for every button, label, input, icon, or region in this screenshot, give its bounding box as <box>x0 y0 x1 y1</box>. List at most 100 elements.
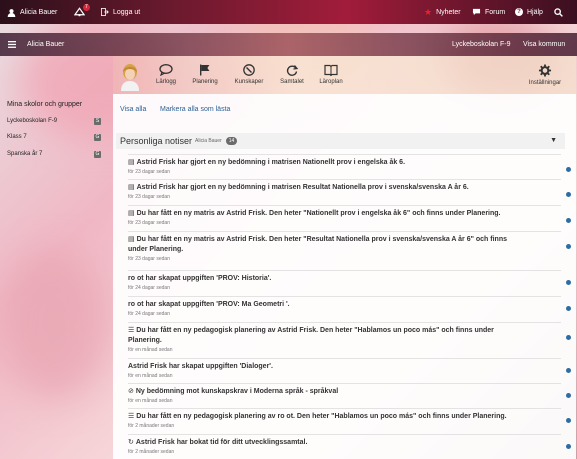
tool-bar: Lärlogg Planering Kunskaper Samtalet Lär… <box>113 56 576 94</box>
notice-text: ▤ Astrid Frisk har gjort en ny bedömning … <box>128 158 523 168</box>
main-content: Visa alla Markera alla som lästa Personl… <box>113 94 576 459</box>
notifications-button[interactable]: 7 <box>74 0 90 24</box>
notice-time: för 2 månader sedan <box>128 423 175 429</box>
notification-count: 7 <box>83 4 90 11</box>
notice-message: Astrid Frisk har skapat uppgiften 'Dialo… <box>128 363 273 370</box>
news-link[interactable]: ★ Nyheter <box>424 0 461 24</box>
municipality-link[interactable]: Visa kommun <box>523 33 565 56</box>
matrix-icon: ▤ <box>128 159 135 166</box>
gear-icon <box>538 64 552 77</box>
notice-message: Du har fått en ny matris av Astrid Frisk… <box>136 210 501 217</box>
forum-link[interactable]: Forum <box>472 0 505 24</box>
search-button[interactable] <box>554 0 563 24</box>
avatar[interactable] <box>119 63 141 91</box>
tool-label: Lärlogg <box>155 79 176 85</box>
menu-toggle-button[interactable] <box>8 33 16 56</box>
notice-time: för 24 dagar sedan <box>128 285 170 291</box>
unread-dot-icon[interactable] <box>566 368 571 373</box>
notice-item[interactable]: ↻ Astrid Frisk har bokat tid för ditt utv… <box>128 434 571 455</box>
group-badge-icon[interactable]: G <box>94 150 101 158</box>
user-name: Alicia Bauer <box>20 8 58 16</box>
sidebar-item-spanska[interactable]: Spanska år 7 G <box>7 149 101 159</box>
notice-item[interactable]: ▤ Du har fått en ny matris av Astrid Fris… <box>128 231 571 262</box>
hamburger-icon <box>8 41 16 48</box>
notice-message: Du har fått en ny pedagogisk planering a… <box>128 327 494 344</box>
notice-time: för 23 dagar sedan <box>128 256 170 262</box>
unread-dot-icon[interactable] <box>566 444 571 449</box>
notices-panel-header[interactable]: Personliga notiser Alicia Bauer 14 ▼ <box>116 133 565 149</box>
help-link[interactable]: ? Hjälp <box>515 0 543 24</box>
school-badge-icon[interactable]: S <box>94 117 101 125</box>
notice-time: för en månad sedan <box>128 347 173 353</box>
sidebar: Mina skolor och grupper Lyckeboskolan F-… <box>0 94 113 164</box>
tool-laroplan[interactable]: Läroplan <box>309 64 353 85</box>
compass-icon <box>243 64 255 76</box>
notice-time: för en månad sedan <box>128 398 173 404</box>
notice-item[interactable]: ro ot har skapat uppgiften 'PROV: Histor… <box>128 270 571 291</box>
notice-count-badge: 14 <box>225 137 238 145</box>
collapse-caret-icon[interactable]: ▼ <box>550 137 557 144</box>
settings-button[interactable]: Inställningar <box>523 64 567 86</box>
comment-icon <box>472 8 481 16</box>
background-decoration <box>0 250 110 400</box>
top-bar: Alicia Bauer 7 Logga ut ★ Nyheter Forum … <box>0 0 577 24</box>
tool-samtalet[interactable]: Samtalet <box>270 64 314 85</box>
school-link[interactable]: Lyckeboskolan F-9 <box>452 33 511 56</box>
tool-label: Kunskaper <box>234 79 264 85</box>
context-bar: Alicia Bauer Lyckeboskolan F-9 Visa komm… <box>0 33 577 56</box>
notice-item[interactable]: ro ot har skapat uppgiften 'PROV: Ma Geo… <box>128 296 571 317</box>
user-menu[interactable]: Alicia Bauer <box>7 0 57 24</box>
unread-dot-icon[interactable] <box>566 192 571 197</box>
notice-text: ▤ Du har fått en ny matris av Astrid Fris… <box>128 209 523 219</box>
notice-item[interactable]: ⊘ Ny bedömning mot kunskapskrav i Moderna… <box>128 383 571 404</box>
compass-icon: ⊘ <box>128 388 134 395</box>
notice-text: ro ot har skapat uppgiften 'PROV: Histor… <box>128 274 523 284</box>
mark-all-read-link[interactable]: Markera alla som lästa <box>160 106 230 113</box>
group-badge-icon[interactable]: G <box>94 133 101 141</box>
show-all-link[interactable]: Visa alla <box>120 106 146 113</box>
notice-message: Astrid Frisk har bokat tid för ditt utve… <box>135 439 308 446</box>
notice-time: för 2 månader sedan <box>128 449 175 455</box>
unread-dot-icon[interactable] <box>566 280 571 285</box>
settings-label: Inställningar <box>528 80 562 86</box>
unread-dot-icon[interactable] <box>566 393 571 398</box>
flag-icon <box>200 64 210 76</box>
tool-larlogg[interactable]: Lärlogg <box>144 64 188 85</box>
sidebar-item-label: Lyckeboskolan F-9 <box>7 118 58 124</box>
notice-text: ↻ Astrid Frisk har bokat tid för ditt utv… <box>128 438 523 448</box>
notice-item[interactable]: ▤ Astrid Frisk har gjort en ny bedömning … <box>128 179 571 200</box>
panel-subtitle: Alicia Bauer <box>195 138 222 144</box>
sidebar-item-klass-7[interactable]: Klass 7 G <box>7 132 101 142</box>
notice-item[interactable]: Astrid Frisk har skapat uppgiften 'Dialo… <box>128 358 571 379</box>
notice-time: för 23 dagar sedan <box>128 220 170 226</box>
unread-dot-icon[interactable] <box>566 335 571 340</box>
notice-message: ro ot har skapat uppgiften 'PROV: Ma Geo… <box>128 301 290 308</box>
notice-message: Astrid Frisk har gjort en ny bedömning i… <box>136 159 406 166</box>
notice-item[interactable]: ☰ Du har fått en ny pedagogisk planering … <box>128 408 571 429</box>
notice-time: för 23 dagar sedan <box>128 169 170 175</box>
star-icon: ★ <box>424 6 433 17</box>
notice-text: ro ot har skapat uppgiften 'PROV: Ma Geo… <box>128 300 523 310</box>
logout-link[interactable]: Logga ut <box>101 0 140 24</box>
notice-time: för 23 dagar sedan <box>128 194 170 200</box>
notice-item[interactable]: ▤ Astrid Frisk har gjort en ny bedömning … <box>128 154 571 175</box>
unread-dot-icon[interactable] <box>566 244 571 249</box>
refresh-icon: ↻ <box>128 439 134 446</box>
logout-label: Logga ut <box>113 8 141 16</box>
notice-text: ▤ Du har fått en ny matris av Astrid Fris… <box>128 235 523 255</box>
unread-dot-icon[interactable] <box>566 218 571 223</box>
notice-item[interactable]: ▤ Du har fått en ny matris av Astrid Fris… <box>128 205 571 226</box>
sidebar-title: Mina skolor och grupper <box>7 101 83 108</box>
sidebar-item-lyckeboskolan[interactable]: Lyckeboskolan F-9 S <box>7 116 101 126</box>
unread-dot-icon[interactable] <box>566 418 571 423</box>
notice-message: ro ot har skapat uppgiften 'PROV: Histor… <box>128 275 272 282</box>
tool-planering[interactable]: Planering <box>183 64 227 85</box>
unread-dot-icon[interactable] <box>566 167 571 172</box>
help-icon: ? <box>515 8 523 16</box>
context-user-name: Alicia Bauer <box>27 41 65 48</box>
tool-kunskaper[interactable]: Kunskaper <box>227 64 271 85</box>
notice-message: Du har fått en ny pedagogisk planering a… <box>136 413 507 420</box>
unread-dot-icon[interactable] <box>566 306 571 311</box>
notice-item[interactable]: ☰ Du har fått en ny pedagogisk planering … <box>128 322 571 353</box>
notice-text: ⊘ Ny bedömning mot kunskapskrav i Moderna… <box>128 387 523 397</box>
